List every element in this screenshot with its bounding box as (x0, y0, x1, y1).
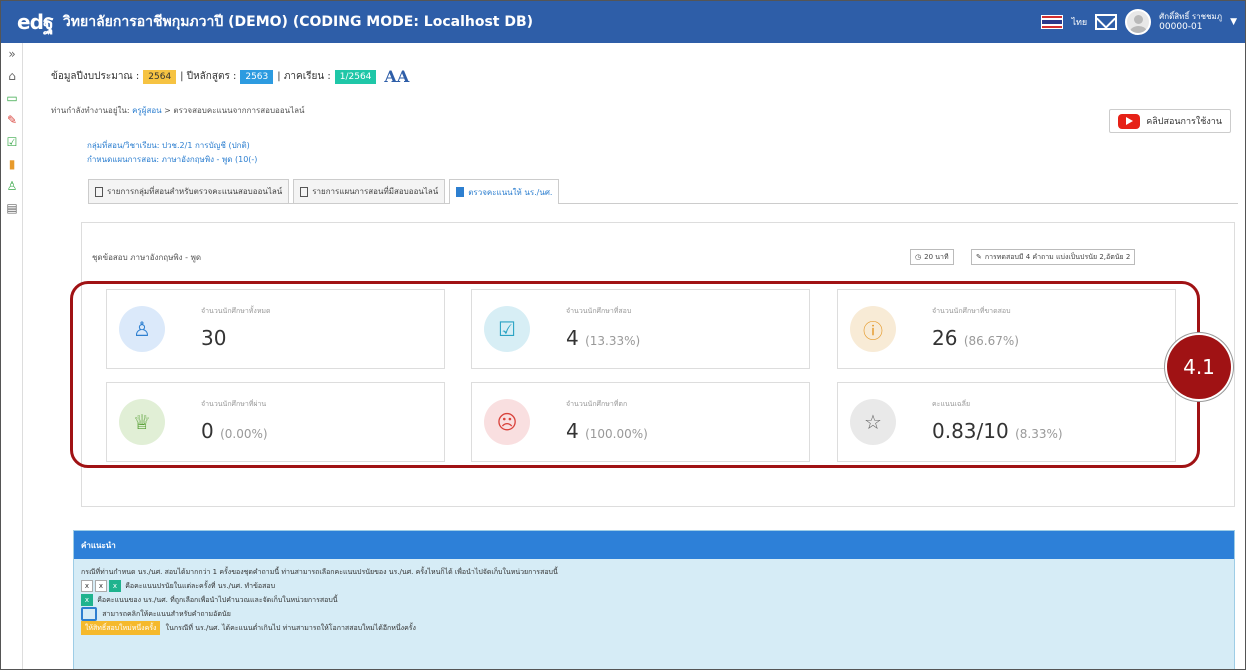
plan-line: กำหนดแผนการสอน: ภาษาอังกฤษพิง - พูด (10(… (87, 155, 258, 164)
budget-year-badge: 2564 (143, 69, 177, 84)
advice-line: x คือคะแนนของ นร./นศ. ที่ถูกเลือกเพื่อนำ… (81, 593, 1227, 607)
term-label: | ภาคเรียน : (277, 71, 331, 82)
app-logo[interactable]: edฐ (17, 6, 54, 38)
app-window: edฐ วิทยาลัยการอาชีพกุมภวาปี (DEMO) (COD… (0, 0, 1246, 670)
tab-bar: รายการกลุ่มที่สอนสำหรับตรวจคะแนนสอบออนไล… (88, 179, 1238, 204)
checkbox-icon[interactable]: ☑ (1, 131, 23, 153)
document-icon (456, 187, 465, 197)
annotation-marker: 4.1 (1167, 335, 1231, 399)
advice-line: xxx คือคะแนนปรนัยในแต่ละครั้งที่ นร./นศ.… (81, 579, 1227, 593)
tab-label: ตรวจคะแนนให้ นร./นศ. (468, 187, 553, 197)
expand-icon[interactable]: » (1, 43, 23, 65)
user-menu[interactable]: ศักดิ์สิทธิ์ ราชชมภู 00000-01 (1159, 12, 1222, 32)
duration-label: 20 นาที (924, 252, 949, 261)
curriculum-label: | ปีหลักสูตร : (180, 71, 237, 82)
questions-chip: ✎ การทดสอบมี 4 คำถาม แบ่งเป็นปรนัย 2,อัต… (971, 249, 1136, 265)
clock-icon: ◷ (915, 253, 922, 261)
home-icon[interactable]: ⌂ (1, 65, 23, 87)
advice-line-text: ในกรณีที่ นร./นศ. ได้คะแนนต่ำเกินไป ท่าน… (165, 624, 416, 632)
breadcrumb: ท่านกำลังทำงานอยู่ใน: ครูผู้สอน > ตรวจสอ… (51, 104, 305, 117)
archive-icon[interactable]: ▤ (1, 197, 23, 219)
edit-score-icon (81, 607, 97, 621)
advice-body: กรณีที่ท่านกำหนด นร./นศ. สอบได้มากกว่า 1… (74, 559, 1234, 641)
tab-label: รายการแผนการสอนที่มีสอบออนไลน์ (312, 187, 439, 196)
chevron-down-icon[interactable]: ▼ (1230, 17, 1237, 27)
breadcrumb-prefix: ท่านกำลังทำงานอยู่ใน: (51, 106, 130, 115)
selected-score-box: x (81, 594, 93, 606)
duration-chip: ◷ 20 นาที (910, 249, 954, 265)
document-icon (300, 186, 309, 197)
group-line: กลุ่มที่สอน/วิชาเรียน: ปวช.2/1 การบัญชี … (87, 141, 250, 150)
retest-badge: ให้สิทธิ์สอบใหม่หนึ่งครั้ง (81, 621, 161, 635)
budget-label: ข้อมูลปีงบประมาณ : (51, 71, 140, 82)
app-title: วิทยาลัยการอาชีพกุมภวาปี (DEMO) (CODING … (62, 14, 534, 30)
tab-1[interactable]: รายการกลุ่มที่สอนสำหรับตรวจคะแนนสอบออนไล… (88, 179, 290, 203)
sidebar: » ⌂ ▭ ✎ ☑ ▮ ♙ ▤ (1, 43, 23, 669)
advice-line-text: คือคะแนนของ นร./นศ. ที่ถูกเลือกเพื่อนำไป… (97, 596, 338, 604)
advice-line-text: สามารถคลิกให้คะแนนสำหรับคำถามอัตนัย (102, 610, 231, 618)
user-name: ศักดิ์สิทธิ์ ราชชมภู (1159, 12, 1223, 21)
selected-score-box: x (109, 580, 121, 592)
top-bar: edฐ วิทยาลัยการอาชีพกุมภวาปี (DEMO) (COD… (1, 1, 1245, 43)
breadcrumb-link-teacher[interactable]: ครูผู้สอน (132, 106, 162, 115)
exam-set-title: ชุดข้อสอบ ภาษาอังกฤษพิง - พูด (92, 253, 202, 262)
breadcrumb-current: > ตรวจสอบคะแนนจากการสอบออนไลน์ (164, 106, 305, 115)
advice-line: กรณีที่ท่านกำหนด นร./นศ. สอบได้มากกว่า 1… (81, 568, 558, 576)
score-box: x (81, 580, 93, 592)
document-icon (95, 186, 103, 197)
tab-3[interactable]: ตรวจคะแนนให้ นร./นศ. (449, 179, 560, 204)
info-bar: ข้อมูลปีงบประมาณ : 2564 | ปีหลักสูตร : 2… (51, 67, 409, 86)
advice-line-text: คือคะแนนปรนัยในแต่ละครั้งที่ นร./นศ. ทำข… (125, 582, 276, 590)
thai-flag-icon[interactable] (1041, 15, 1064, 29)
advice-box: คำแนะนำ กรณีที่ท่านกำหนด นร./นศ. สอบได้ม… (73, 530, 1235, 669)
advice-line: ให้สิทธิ์สอบใหม่หนึ่งครั้ง ในกรณีที่ นร.… (81, 621, 1227, 635)
user-icon[interactable]: ♙ (1, 175, 23, 197)
questions-label: การทดสอบมี 4 คำถาม แบ่งเป็นปรนัย 2,อัตนั… (984, 252, 1131, 261)
language-label[interactable]: ไทย (1071, 15, 1087, 29)
tab-2[interactable]: รายการแผนการสอนที่มีสอบออนไลน์ (293, 179, 446, 203)
monitor-icon[interactable]: ▭ (1, 87, 23, 109)
advice-line: สามารถคลิกให้คะแนนสำหรับคำถามอัตนัย (81, 607, 1227, 621)
avatar[interactable] (1125, 9, 1152, 35)
advice-title: คำแนะนำ (74, 531, 1234, 559)
top-right-tools: ไทย ศักดิ์สิทธิ์ ราชชมภู 00000-01 ▼ (1041, 1, 1237, 43)
font-size-toggle[interactable]: AA (384, 67, 409, 86)
curriculum-year-badge: 2563 (240, 69, 274, 84)
youtube-icon (1118, 113, 1141, 129)
score-box: x (95, 580, 107, 592)
annotation-highlight (70, 281, 1200, 468)
edit-icon: ✎ (976, 253, 982, 261)
pencil-icon[interactable]: ✎ (1, 109, 23, 131)
group-info: กลุ่มที่สอน/วิชาเรียน: ปวช.2/1 การบัญชี … (87, 139, 257, 167)
tab-label: รายการกลุ่มที่สอนสำหรับตรวจคะแนนสอบออนไล… (107, 187, 283, 196)
user-id: 00000-01 (1159, 22, 1203, 32)
books-icon[interactable]: ▮ (1, 153, 23, 175)
flag-stripe (1042, 26, 1063, 28)
term-badge: 1/2564 (334, 69, 377, 84)
video-tutorial-label: คลิปสอนการใช้งาน (1146, 117, 1222, 127)
video-tutorial-button[interactable]: คลิปสอนการใช้งาน (1109, 109, 1231, 133)
mail-icon[interactable] (1095, 14, 1118, 30)
